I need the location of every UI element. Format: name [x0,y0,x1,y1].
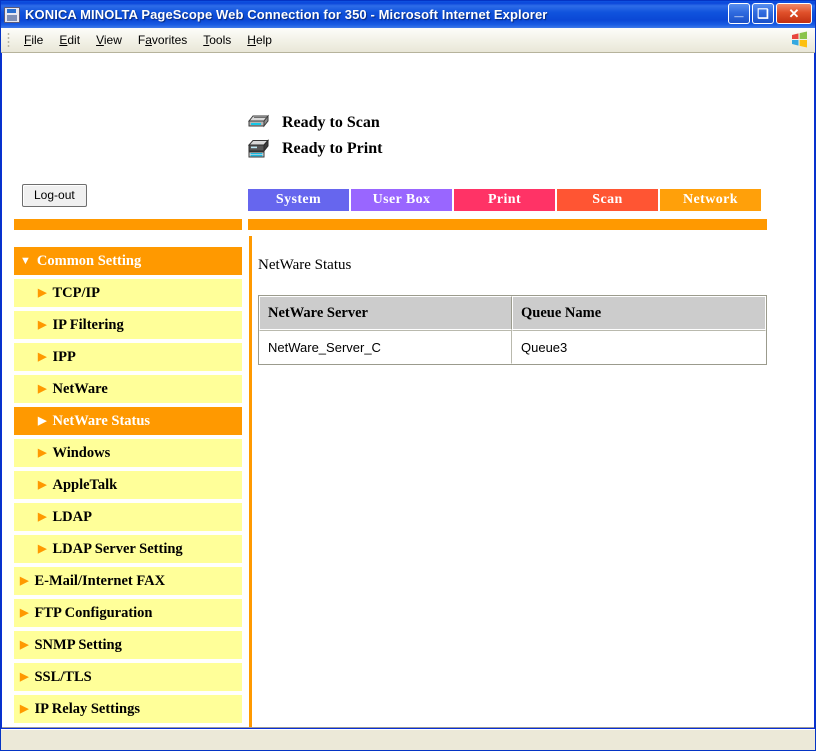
scan-status-label: Ready to Scan [282,114,380,131]
title-bar: KONICA MINOLTA PageScope Web Connection … [1,1,815,28]
table-header-row: NetWare Server Queue Name [259,296,766,330]
menu-item-favorites[interactable]: Favorites [130,31,195,49]
sidebar-item-label: SSL/TLS [34,668,92,685]
printer-icon [247,139,270,158]
minimize-icon: _ [734,2,744,19]
browser-window: KONICA MINOLTA PageScope Web Connection … [0,0,816,751]
sidebar-item-snmp-setting[interactable]: ▶ SNMP Setting [14,631,242,659]
print-status-label: Ready to Print [282,140,383,157]
chevron-right-icon: ▶ [20,606,29,619]
menu-items: File Edit View Favorites Tools Help [16,31,280,49]
window-title: KONICA MINOLTA PageScope Web Connection … [25,7,548,22]
menu-grip[interactable] [7,32,10,48]
tab-print[interactable]: Print [454,189,555,211]
netware-status-table: NetWare Server Queue Name NetWare_Server_… [258,295,767,365]
sidebar-item-common-setting[interactable]: ▼ Common Setting [14,247,242,275]
chevron-right-icon: ▶ [20,574,29,587]
chevron-right-icon: ▶ [20,670,29,683]
sidebar-item-ldap-server-setting[interactable]: ▶ LDAP Server Setting [14,535,242,563]
minimize-button[interactable]: _ [728,3,750,24]
sidebar-item-ldap[interactable]: ▶ LDAP [14,503,242,531]
scanner-icon [247,114,270,128]
logout-button[interactable]: Log-out [22,184,87,207]
sidebar-nav: ▼ Common Setting ▶ TCP/IP ▶ IP Filtering ▶ IPP ▶… [14,247,242,728]
chevron-right-icon: ▶ [20,702,29,715]
windows-flag-icon [792,31,807,48]
sidebar-item-e-mail-internet-fax[interactable]: ▶ E-Mail/Internet FAX [14,567,242,595]
column-header: NetWare Server [259,296,512,330]
sidebar-item-label: SNMP Setting [34,636,122,653]
chevron-right-icon: ▶ [38,414,47,427]
sidebar-item-label: Windows [52,444,111,461]
maximize-icon: ❑ [757,6,769,21]
page-title: NetWare Status [258,257,352,273]
chevron-right-icon: ▶ [38,446,47,459]
sidebar-item-label: FTP Configuration [34,604,153,621]
orange-divider-left [14,219,242,230]
sidebar-item-label: NetWare [52,380,108,397]
sidebar-item-label: NetWare Status [52,412,151,429]
logout-area: Log-out [22,184,87,207]
sidebar-item-label: E-Mail/Internet FAX [34,572,166,589]
sidebar-item-windows[interactable]: ▶ Windows [14,439,242,467]
menu-item-file[interactable]: File [16,31,51,49]
table-cell: Queue3 [512,330,766,364]
orange-divider-right [248,219,767,230]
status-bar [1,729,815,750]
tab-network[interactable]: Network [660,189,761,211]
maximize-button[interactable]: ❑ [752,3,774,24]
chevron-right-icon: ▶ [38,478,47,491]
sidebar-item-tcp-ip[interactable]: ▶ TCP/IP [14,279,242,307]
tab-system[interactable]: System [248,189,349,211]
primary-tab-bar: System User Box Print Scan Network [248,189,761,211]
sidebar-item-label: IP Relay Settings [34,700,140,717]
menu-item-tools[interactable]: Tools [195,31,239,49]
chevron-right-icon: ▶ [38,286,47,299]
column-header: Queue Name [512,296,766,330]
menu-item-help[interactable]: Help [239,31,280,49]
menu-bar: File Edit View Favorites Tools Help [1,28,815,53]
chevron-right-icon: ▶ [38,542,47,555]
table-cell: NetWare_Server_C [259,330,512,364]
menu-item-edit[interactable]: Edit [51,31,88,49]
print-status-row: Ready to Print [245,136,382,162]
sidebar-item-netware[interactable]: ▶ NetWare [14,375,242,403]
device-status-block: Ready to Scan Ready to Print [245,110,382,162]
window-controls: _ ❑ ✕ [728,3,812,24]
chevron-right-icon: ▶ [38,510,47,523]
sidebar-item-ip-filtering[interactable]: ▶ IP Filtering [14,311,242,339]
sidebar-item-ssl-tls[interactable]: ▶ SSL/TLS [14,663,242,691]
page-viewport: Ready to Scan Ready to Print Log-out Sys… [2,53,814,728]
sidebar-item-ftp-configuration[interactable]: ▶ FTP Configuration [14,599,242,627]
close-button[interactable]: ✕ [776,3,812,24]
main-content: NetWare Status NetWare Server Queue Name … [258,247,767,365]
chevron-right-icon: ▶ [38,318,47,331]
sidebar-item-label: IP Filtering [52,316,124,333]
table-body: NetWare_Server_C Queue3 [259,330,766,364]
sidebar-item-netware-status[interactable]: ▶ NetWare Status [14,407,242,435]
tab-user-box[interactable]: User Box [351,189,452,211]
sidebar-item-ipp[interactable]: ▶ IPP [14,343,242,371]
sidebar-item-label: IPP [52,348,76,365]
scan-status-row: Ready to Scan [245,110,382,136]
sidebar-item-label: Common Setting [36,252,142,269]
table-row: NetWare_Server_C Queue3 [259,330,766,364]
menu-item-view[interactable]: View [88,31,130,49]
sidebar-item-label: TCP/IP [52,284,100,301]
chevron-down-icon: ▼ [20,254,31,267]
vertical-divider [249,236,252,727]
sidebar-bottom-rule [14,727,242,728]
chevron-right-icon: ▶ [20,638,29,651]
sidebar-item-label: LDAP [52,508,92,525]
tab-scan[interactable]: Scan [557,189,658,211]
sidebar-item-ip-relay-settings[interactable]: ▶ IP Relay Settings [14,695,242,723]
sidebar-item-label: AppleTalk [52,476,118,493]
sidebar-item-appletalk[interactable]: ▶ AppleTalk [14,471,242,499]
close-icon: ✕ [788,6,800,21]
pagescope-icon [4,6,20,23]
sidebar-item-label: LDAP Server Setting [52,540,183,557]
chevron-right-icon: ▶ [38,382,47,395]
chevron-right-icon: ▶ [38,350,47,363]
